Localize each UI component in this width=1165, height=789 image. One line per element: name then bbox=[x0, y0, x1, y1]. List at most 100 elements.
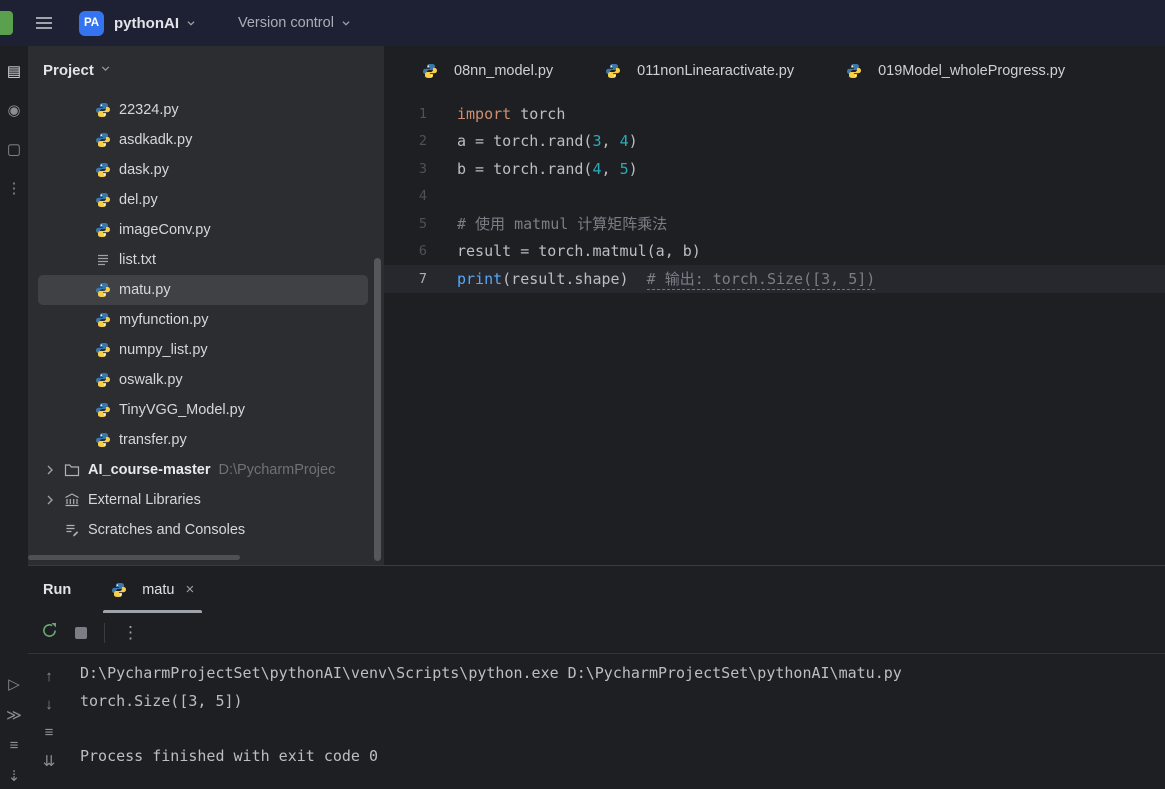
tree-item-imageconv-py[interactable]: imageConv.py bbox=[28, 215, 371, 245]
code-text: a = torch.rand(3, 4) bbox=[457, 132, 638, 150]
editor-tab-019model-wholeprogress-py[interactable]: 019Model_wholeProgress.py bbox=[820, 46, 1091, 95]
console-output[interactable]: D:\PycharmProjectSet\pythonAI\venv\Scrip… bbox=[70, 654, 1165, 789]
python-icon bbox=[846, 63, 862, 79]
editor-tab-label: 019Model_wholeProgress.py bbox=[878, 63, 1065, 79]
bottom-tool-stripe: ▷ ≫ ≡ ⇣ bbox=[0, 675, 28, 785]
run-console: ↑ ↓ ≡ ⇊ D:\PycharmProjectSet\pythonAI\ve… bbox=[28, 654, 1165, 789]
code-area[interactable]: 1import torch2a = torch.rand(3, 4)3b = t… bbox=[384, 95, 1165, 565]
editor-tab-label: 08nn_model.py bbox=[454, 63, 553, 79]
code-line-1[interactable]: 1import torch bbox=[384, 100, 1165, 128]
python-icon bbox=[95, 402, 111, 418]
tool-window-stripe: ▤ ◉ ▢ ⋮ ▷ ≫ ≡ ⇣ bbox=[0, 46, 28, 789]
run-tool-icon[interactable]: ▷ bbox=[8, 675, 20, 693]
rerun-button[interactable] bbox=[41, 622, 58, 644]
tree-item-oswalk-py[interactable]: oswalk.py bbox=[28, 365, 371, 395]
code-text: import torch bbox=[457, 105, 565, 123]
folder-icon bbox=[64, 462, 80, 478]
project-panel-header[interactable]: Project bbox=[28, 46, 371, 95]
editor-tab-08nn-model-py[interactable]: 08nn_model.py bbox=[396, 46, 579, 95]
code-line-5[interactable]: 5# 使用 matmul 计算矩阵乘法 bbox=[384, 210, 1165, 238]
tree-item-label: TinyVGG_Model.py bbox=[119, 402, 245, 418]
project-tree: 22324.py asdkadk.pydask.py del.py imageConv… bbox=[28, 95, 371, 565]
tree-item-label: matu.py bbox=[119, 282, 171, 298]
stop-button[interactable] bbox=[75, 627, 87, 639]
code-line-4[interactable]: 4 bbox=[384, 183, 1165, 211]
run-tab-label: matu bbox=[142, 582, 174, 598]
more-tools-icon[interactable]: ⋮ bbox=[7, 179, 22, 197]
python-icon bbox=[95, 282, 111, 298]
python-icon bbox=[95, 222, 111, 238]
pycharm-window: PA pythonAI Version control ▤ ◉ ▢ ⋮ ▷ ≫ … bbox=[0, 0, 1165, 789]
chevron-down-icon[interactable] bbox=[99, 62, 112, 80]
python-icon bbox=[95, 342, 111, 358]
tree-item-list-txt[interactable]: list.txt bbox=[28, 245, 371, 275]
tree-item-label: myfunction.py bbox=[119, 312, 208, 328]
tree-item-label: list.txt bbox=[119, 252, 156, 268]
tree-item-del-py[interactable]: del.py bbox=[28, 185, 371, 215]
line-number: 2 bbox=[384, 133, 457, 149]
code-line-2[interactable]: 2a = torch.rand(3, 4) bbox=[384, 128, 1165, 156]
chevron-down-icon[interactable] bbox=[184, 16, 198, 30]
up-arrow-icon[interactable]: ↑ bbox=[45, 668, 53, 685]
tree-item-numpy-list-py[interactable]: numpy_list.py bbox=[28, 335, 371, 365]
scrollbar-thumb[interactable] bbox=[374, 258, 381, 561]
tree-item-matu-py[interactable]: matu.py bbox=[38, 275, 368, 305]
toolbar-separator bbox=[104, 623, 105, 643]
version-control-label: Version control bbox=[238, 15, 334, 31]
line-number: 1 bbox=[384, 106, 457, 122]
line-number: 4 bbox=[384, 188, 457, 204]
line-number: 7 bbox=[384, 271, 457, 287]
code-line-6[interactable]: 6result = torch.matmul(a, b) bbox=[384, 238, 1165, 266]
horizontal-scrollbar[interactable] bbox=[28, 555, 240, 560]
tree-item-myfunction-py[interactable]: myfunction.py bbox=[28, 305, 371, 335]
terminal-tool-icon[interactable]: ≫ bbox=[6, 706, 22, 724]
soft-wrap-icon[interactable]: ≡ bbox=[45, 724, 54, 741]
structure-tool-icon[interactable]: ▢ bbox=[7, 140, 21, 158]
tree-item-label: 22324.py bbox=[119, 102, 179, 118]
run-header: Run matu × bbox=[28, 566, 1165, 613]
python-icon bbox=[605, 63, 621, 79]
run-tool-window: Run matu × ⋮ ↑ bbox=[28, 565, 1165, 789]
bookmarks-tool-icon[interactable]: ◉ bbox=[7, 101, 20, 119]
tree-item-scratches-and-consoles[interactable]: Scratches and Consoles bbox=[28, 515, 371, 545]
chevron-right-icon[interactable] bbox=[42, 462, 64, 478]
run-tab-matu[interactable]: matu × bbox=[101, 566, 204, 613]
tree-item-dask-py[interactable]: dask.py bbox=[28, 155, 371, 185]
chevron-right-icon[interactable] bbox=[42, 492, 64, 508]
tree-item-label: oswalk.py bbox=[119, 372, 183, 388]
code-text: b = torch.rand(4, 5) bbox=[457, 160, 638, 178]
python-icon bbox=[95, 162, 111, 178]
scroll-to-end-icon[interactable]: ⇊ bbox=[43, 752, 56, 770]
tree-item-label: External Libraries bbox=[88, 492, 201, 508]
services-tool-icon[interactable]: ≡ bbox=[10, 737, 19, 754]
project-tool-icon[interactable]: ▤ bbox=[7, 62, 21, 80]
project-name-button[interactable]: pythonAI bbox=[114, 15, 179, 32]
python-icon bbox=[95, 132, 111, 148]
tree-item-label: del.py bbox=[119, 192, 158, 208]
tree-item-asdkadk-py[interactable]: asdkadk.py bbox=[28, 125, 371, 155]
tree-item-transfer-py[interactable]: transfer.py bbox=[28, 425, 371, 455]
editor-tab-011nonlinearactivate-py[interactable]: 011nonLinearactivate.py bbox=[579, 46, 820, 95]
project-badge[interactable]: PA bbox=[79, 11, 104, 36]
run-toolbar: ⋮ bbox=[28, 613, 1165, 654]
python-icon bbox=[95, 372, 111, 388]
code-line-7[interactable]: 7print(result.shape) # 输出: torch.Size([3… bbox=[384, 265, 1165, 293]
more-options-icon[interactable]: ⋮ bbox=[122, 623, 139, 643]
problems-tool-icon[interactable]: ⇣ bbox=[8, 767, 21, 785]
project-panel-title: Project bbox=[43, 62, 94, 79]
tree-item-external-libraries[interactable]: External Libraries bbox=[28, 485, 371, 515]
project-scrollbar-track[interactable] bbox=[371, 46, 384, 565]
tree-item-label: numpy_list.py bbox=[119, 342, 208, 358]
version-control-button[interactable]: Version control bbox=[238, 15, 353, 31]
down-arrow-icon[interactable]: ↓ bbox=[45, 696, 53, 713]
code-text: # 使用 matmul 计算矩阵乘法 bbox=[457, 213, 667, 234]
tree-item-tinyvgg-model-py[interactable]: TinyVGG_Model.py bbox=[28, 395, 371, 425]
tree-item-22324-py[interactable]: 22324.py bbox=[28, 95, 371, 125]
python-icon bbox=[95, 312, 111, 328]
python-icon bbox=[95, 102, 111, 118]
run-panel-title: Run bbox=[43, 582, 71, 598]
code-line-3[interactable]: 3b = torch.rand(4, 5) bbox=[384, 155, 1165, 183]
hamburger-menu-icon[interactable] bbox=[35, 16, 53, 30]
close-icon[interactable]: × bbox=[185, 581, 194, 598]
tree-item-ai-course-master[interactable]: AI_course-masterD:\PycharmProjec bbox=[28, 455, 371, 485]
